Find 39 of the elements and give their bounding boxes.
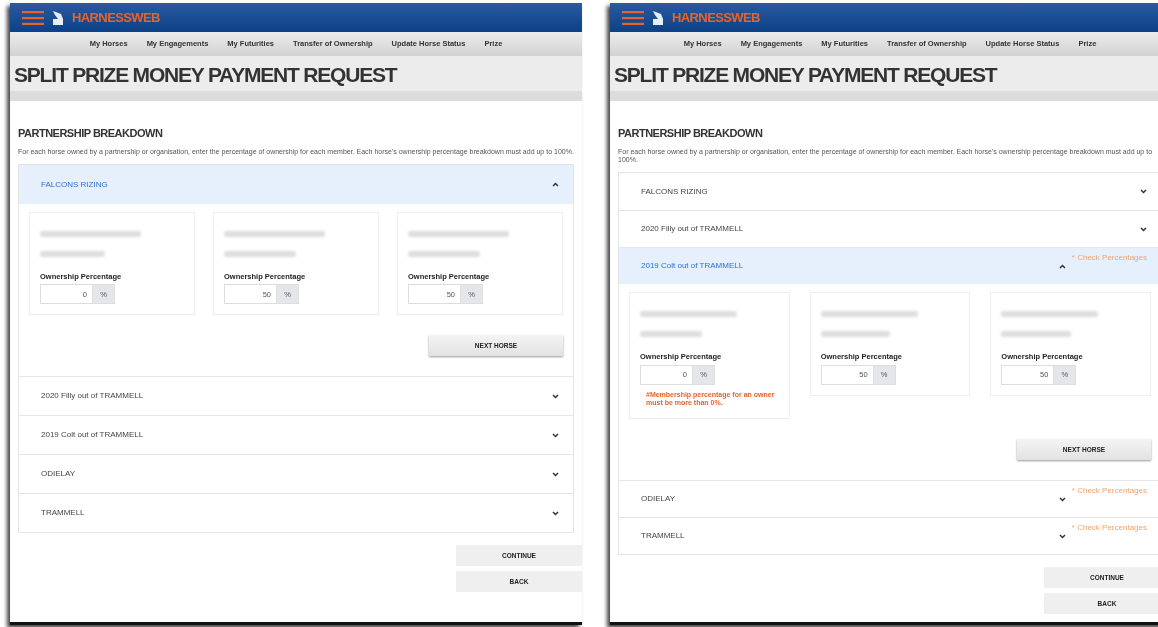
horse-name: 2019 Colt out of TRAMMELL — [41, 429, 145, 442]
blurred-text — [224, 251, 296, 258]
chevron-down-icon[interactable] — [552, 510, 559, 516]
section-heading: PARTNERSHIP BREAKDOWN — [618, 126, 764, 142]
menu-icon[interactable] — [622, 10, 644, 25]
warning-text: * Check Percentages — [1071, 252, 1147, 265]
accordion-header[interactable]: FALCONS RIZING — [19, 165, 573, 205]
horse-name: ODIELAY — [41, 468, 77, 481]
section-heading: PARTNERSHIP BREAKDOWN — [18, 126, 164, 142]
blurred-text — [408, 251, 480, 258]
chevron-up-icon[interactable] — [552, 182, 559, 188]
page-title: SPLIT PRIZE MONEY PAYMENT REQUEST — [14, 62, 398, 88]
chevron-down-icon[interactable] — [552, 471, 559, 477]
horse-head-logo-icon — [652, 10, 664, 25]
warning-text: * Check Percentages — [1071, 485, 1147, 498]
horse-name: ODIELAY — [641, 493, 677, 506]
chevron-down-icon[interactable] — [1140, 189, 1147, 195]
blurred-text — [640, 331, 703, 338]
blurred-text — [820, 331, 890, 338]
chevron-down-icon[interactable] — [552, 393, 559, 399]
horse-name: TRAMMELL — [641, 530, 686, 543]
horse-name: TRAMMELL — [41, 507, 86, 520]
page-title: SPLIT PRIZE MONEY PAYMENT REQUEST — [614, 62, 998, 88]
chevron-up-icon[interactable] — [1058, 263, 1066, 269]
blurred-text — [1001, 331, 1071, 338]
chevron-down-icon[interactable] — [552, 432, 559, 438]
blurred-text — [40, 251, 105, 258]
chevron-down-icon[interactable] — [1058, 533, 1066, 539]
horse-name: FALCONS RIZING — [641, 185, 709, 198]
warning-text: * Check Percentages — [1071, 522, 1147, 535]
accordion-header[interactable]: 2019 Colt out of TRAMMELL * Check Percentages — [619, 247, 1158, 285]
chevron-down-icon[interactable] — [1140, 226, 1147, 232]
horse-name: 2020 Filly out of TRAMMELL — [641, 223, 745, 236]
chevron-down-icon[interactable] — [1058, 496, 1066, 502]
horse-name: FALCONS RIZING — [41, 178, 109, 191]
horse-head-logo-icon — [52, 10, 64, 25]
horse-name: 2020 Filly out of TRAMMELL — [41, 390, 145, 403]
menu-icon[interactable] — [22, 10, 44, 25]
horse-name: 2019 Colt out of TRAMMELL — [641, 260, 745, 273]
